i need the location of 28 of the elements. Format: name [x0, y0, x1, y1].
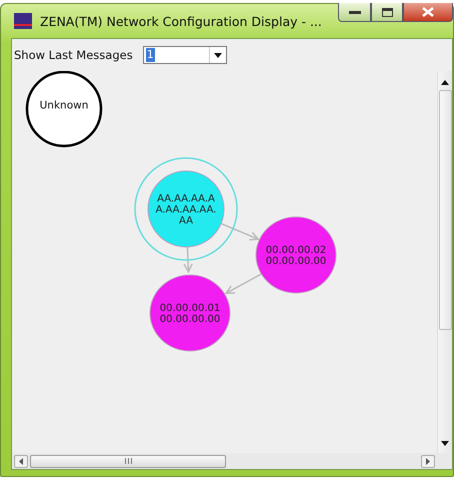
grip-icon	[124, 458, 132, 464]
horizontal-scrollbar[interactable]	[12, 453, 437, 469]
vertical-scrollbar[interactable]	[437, 71, 452, 453]
node-label: 00.00.00.02 00.00.00.00	[266, 245, 326, 267]
scroll-left-button[interactable]	[14, 454, 28, 468]
scroll-thumb[interactable]	[30, 454, 226, 468]
app-icon	[14, 13, 32, 29]
device-node[interactable]	[134, 157, 238, 261]
left-arrow-icon	[18, 458, 24, 464]
device-node[interactable]	[150, 274, 230, 352]
node-label: Unknown	[40, 100, 88, 112]
maximize-button[interactable]	[371, 3, 403, 22]
minimize-button[interactable]	[338, 3, 371, 22]
minimize-icon	[348, 10, 360, 14]
device-node[interactable]	[256, 216, 336, 294]
messages-label: Show Last Messages	[14, 48, 133, 62]
scroll-thumb[interactable]	[438, 90, 452, 330]
maximize-icon	[382, 8, 392, 16]
right-arrow-icon	[425, 458, 431, 464]
node-label: AA.AA.AA.A A.AA.AA.AA. AA	[156, 194, 216, 226]
scroll-right-button[interactable]	[421, 454, 435, 468]
close-button[interactable]	[403, 3, 453, 22]
node-label: 00.00.00.01 00.00.00.00	[160, 303, 220, 325]
messages-combo[interactable]: 1	[142, 46, 227, 64]
unknown-node[interactable]	[26, 71, 102, 148]
close-icon	[422, 7, 434, 17]
window-title: ZENA(TM) Network Configuration Display - ...	[40, 14, 323, 28]
edge-arrow	[225, 272, 264, 294]
